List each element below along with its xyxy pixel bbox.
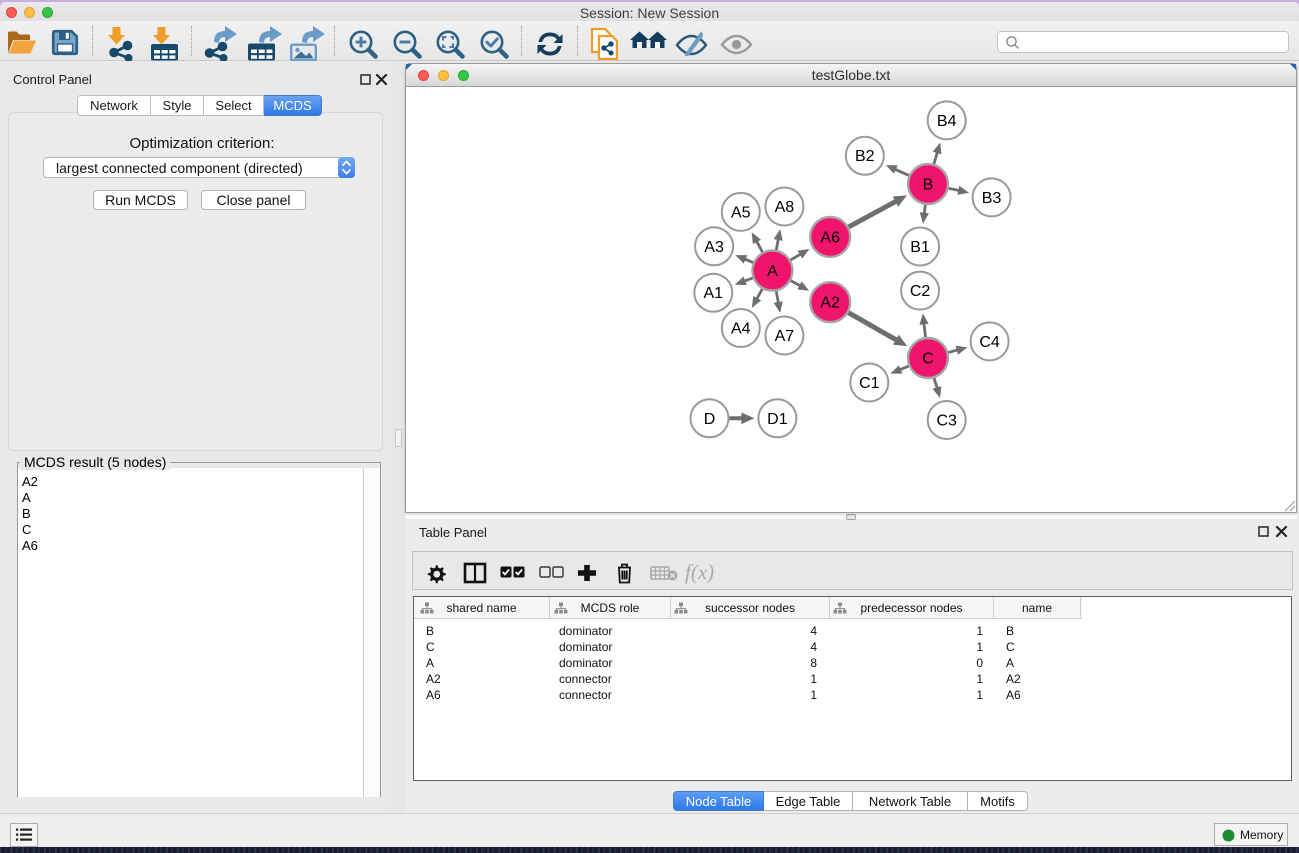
svg-text:C: C	[922, 351, 934, 368]
svg-text:D1: D1	[767, 411, 788, 428]
svg-text:C2: C2	[910, 283, 931, 300]
svg-text:C4: C4	[979, 334, 1000, 351]
svg-text:C3: C3	[936, 413, 957, 430]
svg-text:B3: B3	[982, 190, 1002, 207]
svg-text:B1: B1	[910, 239, 930, 256]
svg-text:B2: B2	[855, 148, 875, 165]
svg-text:B4: B4	[937, 113, 957, 130]
svg-text:C1: C1	[859, 375, 880, 392]
svg-text:A1: A1	[704, 285, 724, 302]
svg-text:A: A	[767, 263, 778, 280]
svg-text:A3: A3	[704, 239, 724, 256]
svg-text:A8: A8	[775, 199, 795, 216]
svg-text:B: B	[923, 177, 934, 194]
svg-text:D: D	[704, 411, 716, 428]
svg-text:A6: A6	[820, 229, 840, 246]
svg-text:A7: A7	[775, 328, 795, 345]
svg-text:A4: A4	[731, 321, 751, 338]
svg-text:A5: A5	[731, 204, 751, 221]
svg-text:A2: A2	[820, 295, 840, 312]
